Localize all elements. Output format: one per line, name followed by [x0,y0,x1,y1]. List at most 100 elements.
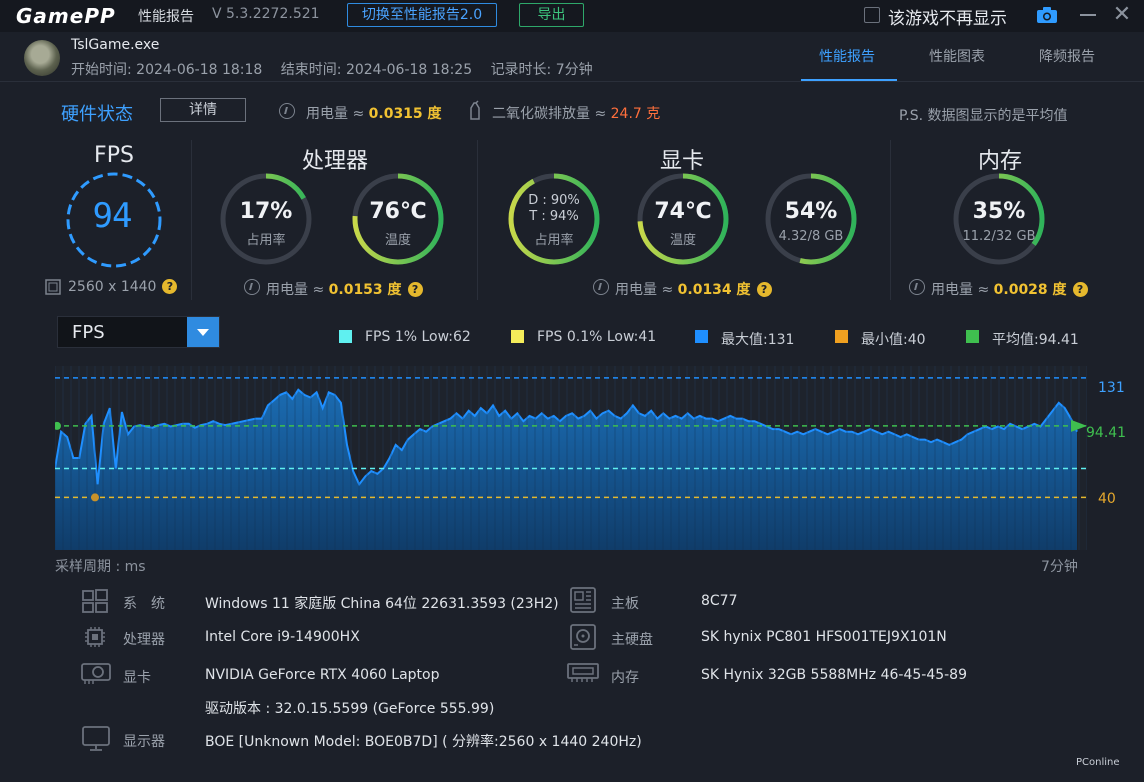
hide-game-label[interactable]: 该游戏不再显示 [888,4,1007,29]
chevron-down-icon[interactable] [187,317,219,347]
legend-min: 最小值:40 [861,332,926,348]
legend-swatch [339,330,352,343]
memory-value: 35% [972,199,1026,224]
monitor-icon [82,726,110,751]
min-marker [91,493,99,502]
min-line-label: 40 [1098,491,1116,507]
help-icon[interactable]: ? [162,279,178,294]
camera-icon[interactable] [1036,6,1058,24]
motherboard-value: 8C77 [701,593,738,609]
gpu-temp-value: 74℃ [654,199,712,224]
legend-fps-1-low: FPS 1% Low:62 [365,329,471,345]
cpu-icon [85,627,105,647]
co2-icon [470,100,480,120]
chart-note: P.S. 数据图显示的是平均值 [899,108,1068,124]
memory-sub: 11.2/32 GB [962,229,1036,244]
windows-icon [82,589,108,613]
legend-avg: 平均值:94.41 [992,332,1079,348]
legend-max: 最大值:131 [721,332,795,348]
switch-report-button[interactable]: 切换至性能报告2.0 [347,3,497,27]
help-icon[interactable]: ? [407,282,423,297]
chart-metric-value: FPS [72,322,105,343]
power-icon [279,103,295,119]
gpu-d-value: D : 90% [528,193,580,208]
tab-throttle-report[interactable]: 降频报告 [1039,46,1095,66]
power-icon [244,279,260,295]
disk-label: 主硬盘 [611,632,653,648]
system-label: 系 统 [123,596,165,612]
tab-performance-chart[interactable]: 性能图表 [929,46,985,66]
cpu-temp-value: 76℃ [369,199,427,224]
gpu-memory-gauge: 54% 4.32/8 GB [763,171,859,267]
gpu-usage-label: 占用率 [534,233,574,248]
export-button[interactable]: 导出 [519,3,584,27]
max-line-label: 131 [1098,380,1125,396]
cpu-usage-gauge: 17% 占用率 [218,171,314,267]
monitor-value: BOE [Unknown Model: BOE0B7D] ( 分辨率:2560 … [205,734,642,750]
hide-game-checkbox[interactable] [864,7,880,23]
close-button[interactable]: ✕ [1110,4,1134,28]
legend-fps-01-low: FPS 0.1% Low:41 [537,329,657,345]
legend-swatch [695,330,708,343]
gpu-t-value: T : 94% [529,209,579,224]
cpu-label: 处理器 [123,632,165,648]
start-time: 开始时间: 2024-06-18 18:18 [71,62,263,78]
app-version: V 5.3.2272.521 [212,6,320,22]
legend-swatch [966,330,979,343]
legend-swatch [511,330,524,343]
monitor-label: 显示器 [123,734,165,750]
cpu-power: 用电量 ≈ 0.0153 度? [266,279,423,299]
x-axis-label: 采样周期 : ms [55,559,146,575]
watermark: PConline [1076,757,1120,768]
active-tab-indicator [801,79,897,81]
co2-emission: 二氧化碳排放量 ≈ 24.7 克 [492,106,661,122]
help-icon[interactable]: ? [756,282,772,297]
gpu-temp-gauge: 74℃ 温度 [635,171,731,267]
report-header: TslGame.exe 开始时间: 2024-06-18 18:18 结束时间:… [0,32,1144,82]
memory-power: 用电量 ≈ 0.0028 度? [931,279,1088,299]
fps-value: 94 [92,196,133,236]
gpu-icon [81,663,111,684]
title-bar: GamePP 性能报告 V 5.3.2272.521 切换至性能报告2.0 导出… [0,0,1144,32]
gpu-power: 用电量 ≈ 0.0134 度? [615,279,772,299]
record-duration: 记录时长: 7分钟 [490,62,593,78]
cpu-usage-value: 17% [239,199,293,224]
game-exe: TslGame.exe [71,37,160,53]
gpu-memory-value: 54% [784,199,838,224]
end-time: 结束时间: 2024-06-18 18:25 [280,62,473,78]
minimize-button[interactable] [1080,14,1096,16]
x-axis-end-label: 7分钟 [1041,559,1078,575]
gpu-memory-sub: 4.32/8 GB [778,229,844,244]
divider [191,140,192,300]
cpu-temp-gauge: 76℃ 温度 [350,171,446,267]
gpu-driver: 驱动版本 : 32.0.15.5599 (GeForce 555.99) [205,701,495,717]
cpu-usage-label: 占用率 [246,233,286,248]
power-icon [909,279,925,295]
resolution-icon [45,279,61,295]
gpu-temp-label: 温度 [669,233,696,248]
system-value: Windows 11 家庭版 China 64位 22631.3593 (23H… [205,596,559,612]
hardware-status-title: 硬件状态 [61,104,133,125]
game-avatar [24,40,60,76]
gpu-usage-gauge: D : 90% T : 94% 占用率 [506,171,602,267]
tab-performance-report[interactable]: 性能报告 [819,46,875,66]
fps-resolution: 2560 x 1440? [68,279,178,295]
avg-line-label: 94.41 [1086,425,1127,441]
power-icon [593,279,609,295]
help-icon[interactable]: ? [1072,282,1088,297]
ram-icon [567,663,599,682]
divider [890,140,891,300]
gpu-value: NVIDIA GeForce RTX 4060 Laptop [205,667,440,683]
memory-gauge: 35% 11.2/32 GB [951,171,1047,267]
chart-metric-select[interactable]: FPS [57,316,220,348]
record-times: 开始时间: 2024-06-18 18:18 结束时间: 2024-06-18 … [71,59,607,79]
legend-swatch [835,330,848,343]
divider [477,140,478,300]
total-power: 用电量 ≈ 0.0315 度 [306,106,442,122]
cpu-value: Intel Core i9-14900HX [205,629,360,645]
detail-button[interactable]: 详情 [160,98,246,122]
ram-label: 内存 [611,670,639,686]
motherboard-icon [570,587,596,613]
cpu-temp-label: 温度 [384,233,411,248]
fps-chart [55,366,1087,550]
